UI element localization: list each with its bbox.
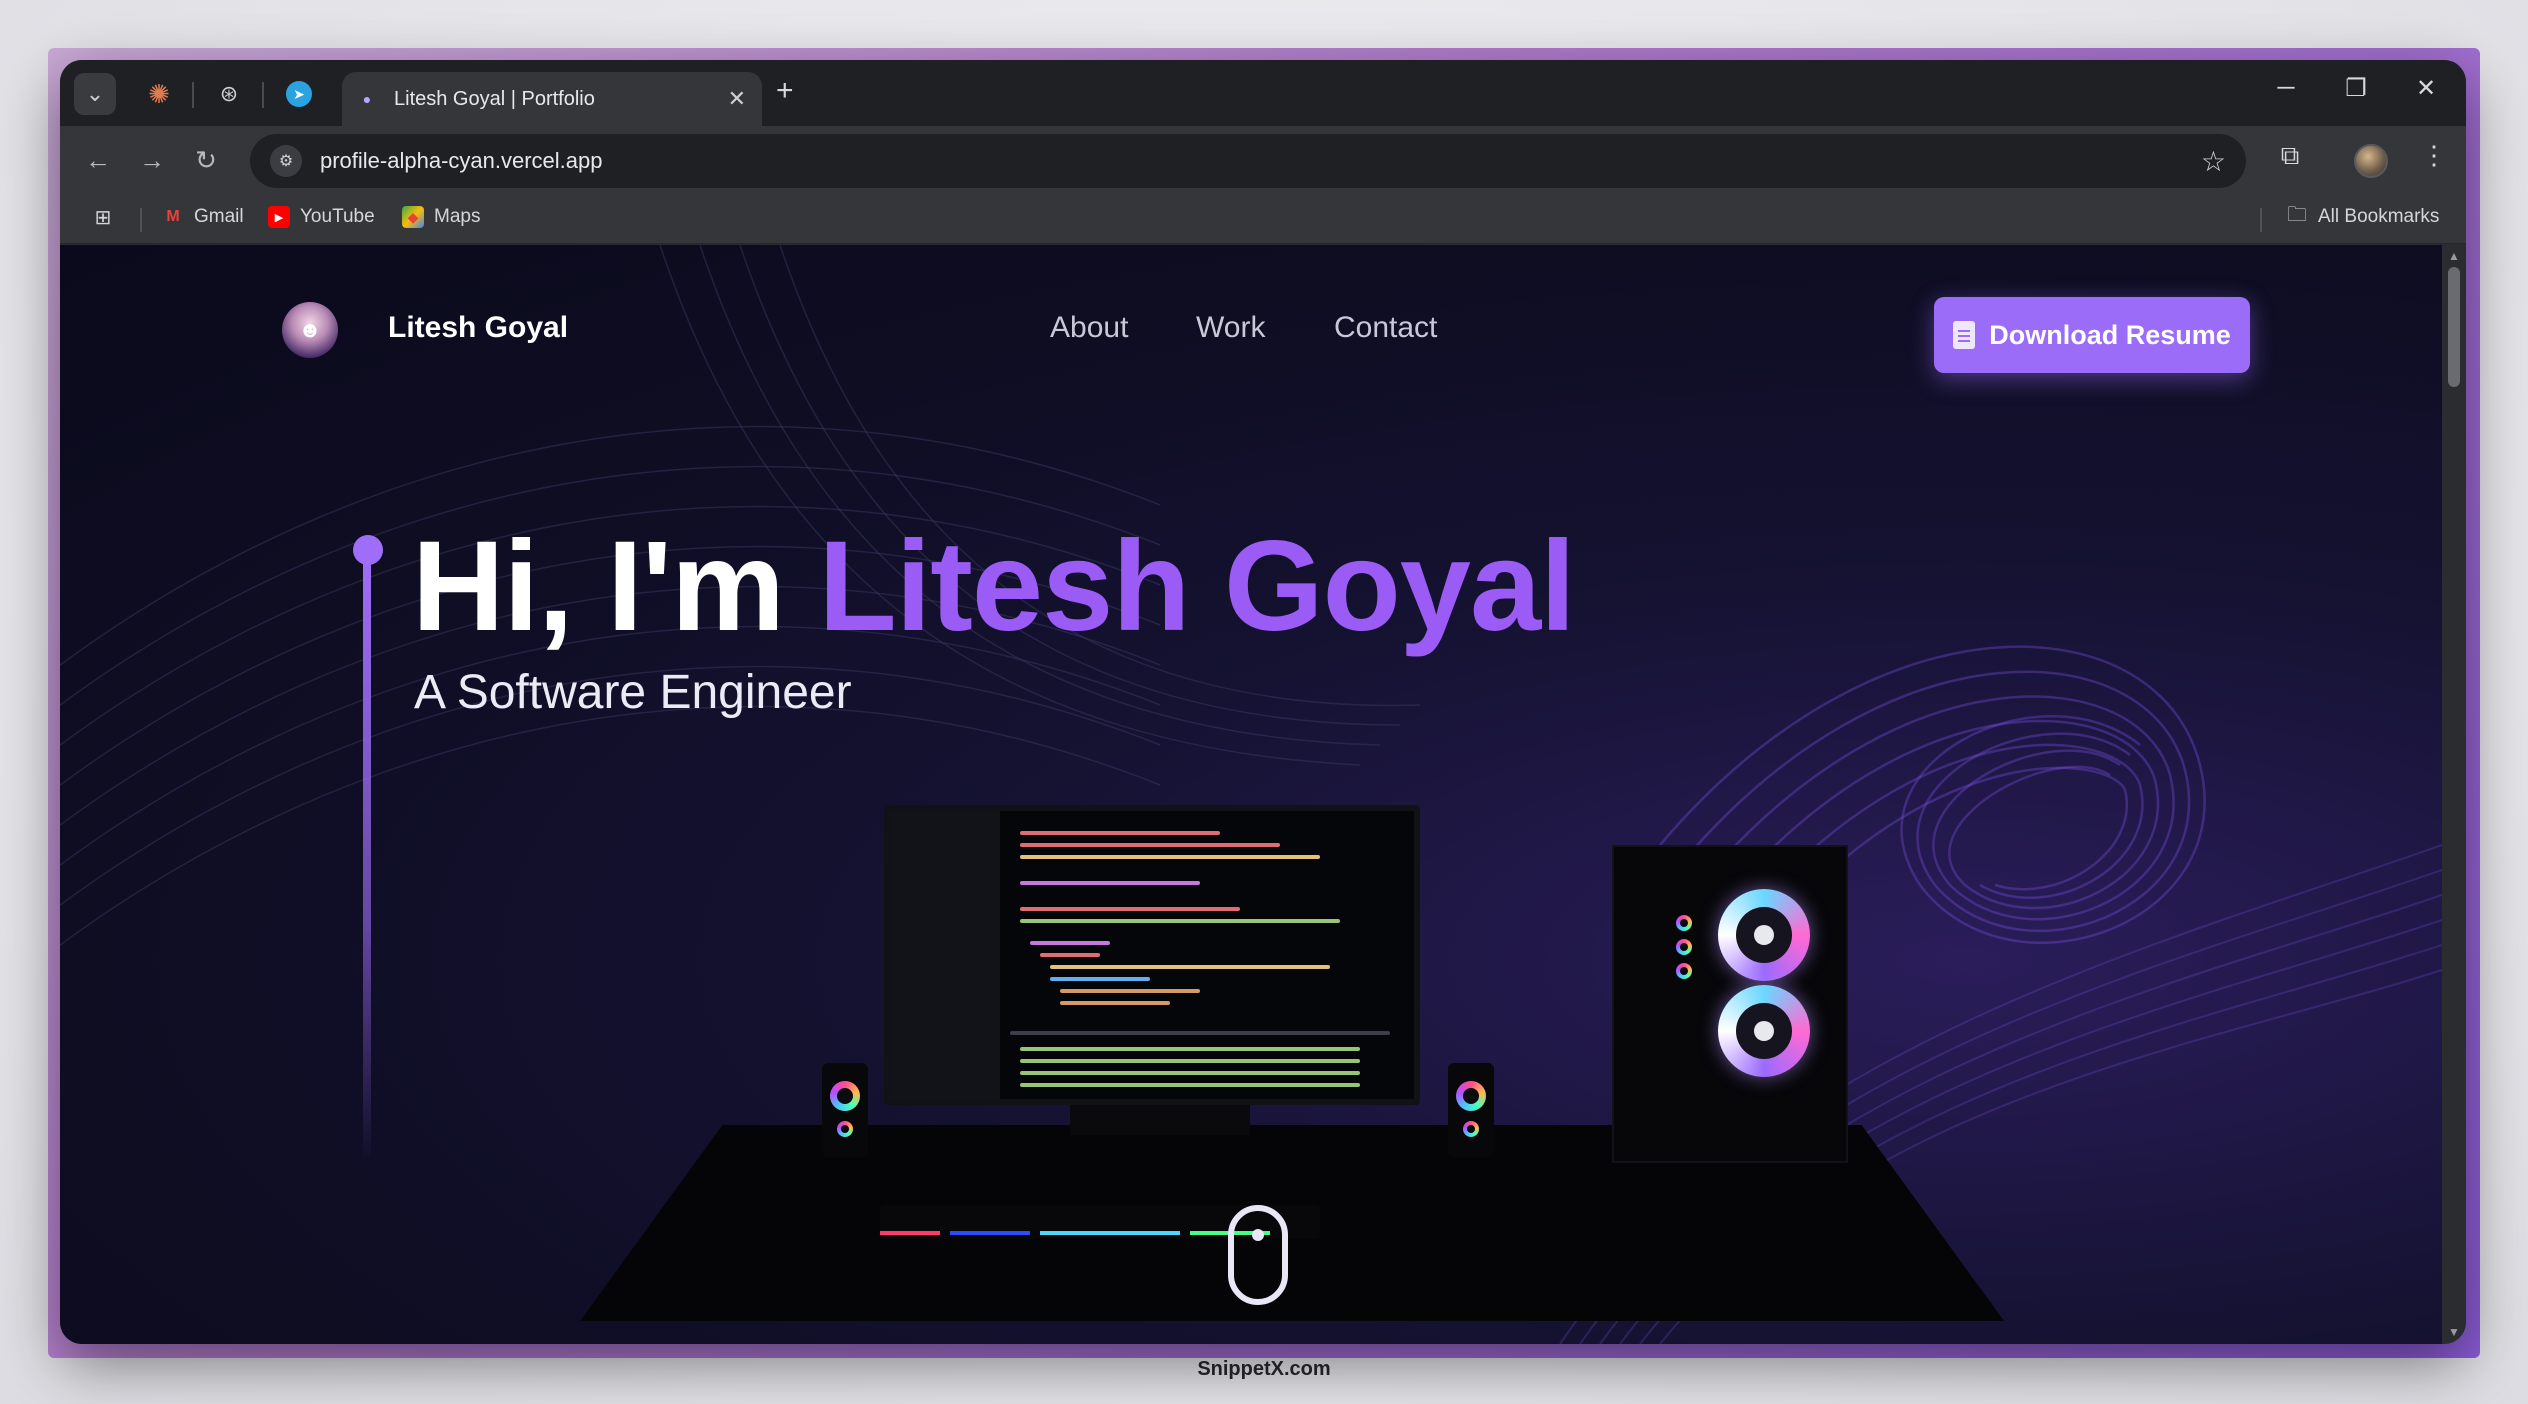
nav-link-about[interactable]: About <box>1050 311 1128 345</box>
menu-kebab-icon[interactable]: ⋮ <box>2414 140 2454 171</box>
apps-grid-button[interactable]: ⊞ <box>92 206 124 229</box>
bookmark-divider <box>140 208 142 232</box>
pc-case <box>1612 845 1848 1163</box>
bookmark-star-icon[interactable]: ☆ <box>2201 145 2226 178</box>
all-bookmarks-label: All Bookmarks <box>2318 206 2440 227</box>
reload-button[interactable]: ↻ <box>188 142 224 178</box>
bookmarks-bar: ⊞ M Gmail ▶ YouTube ◆ Maps 🗀 All Bookmar… <box>60 194 2466 244</box>
folder-icon: 🗀 <box>2287 204 2307 226</box>
site-info-icon[interactable]: ⚙ <box>270 145 302 177</box>
editor-sidebar <box>890 811 1000 1099</box>
download-resume-label: Download Resume <box>1989 319 2231 350</box>
browser-window: ⌄ ✺ ⊛ ➤ ● Litesh Goyal | Portfolio ✕ + ─… <box>60 60 2466 1344</box>
monitor-screen <box>884 805 1420 1105</box>
forward-button[interactable]: → <box>134 142 170 178</box>
logo-avatar[interactable]: ☻ <box>282 302 338 358</box>
tab-active-portfolio[interactable]: ● Litesh Goyal | Portfolio ✕ <box>342 72 762 126</box>
scroll-thumb[interactable] <box>2448 267 2460 387</box>
tab-title: Litesh Goyal | Portfolio <box>394 87 595 110</box>
bookmark-youtube[interactable]: ▶ YouTube <box>268 206 375 228</box>
all-bookmarks-button[interactable]: 🗀 All Bookmarks <box>2286 204 2440 228</box>
hero-greeting: Hi, I'm <box>412 515 785 658</box>
rgb-ring-icon <box>830 1081 860 1111</box>
bookmark-maps[interactable]: ◆ Maps <box>402 206 480 228</box>
mouse-wheel-icon <box>1252 1229 1264 1241</box>
nav-link-contact[interactable]: Contact <box>1334 311 1437 345</box>
bookmark-divider <box>2260 208 2262 232</box>
bookmark-label: YouTube <box>300 206 375 227</box>
avatar-icon: ☻ <box>298 317 322 342</box>
telegram-icon: ➤ <box>286 81 312 107</box>
hero-name: Litesh Goyal <box>818 515 1576 658</box>
rgb-ring-icon <box>1676 963 1692 979</box>
rgb-ring-icon <box>1456 1081 1486 1111</box>
scroll-down-icon[interactable]: ▼ <box>2448 1325 2460 1339</box>
youtube-icon: ▶ <box>268 206 290 228</box>
speaker-left <box>822 1063 868 1157</box>
brand-name[interactable]: Litesh Goyal <box>388 311 568 345</box>
browser-toolbar: ← → ↻ ⚙ profile-alpha-cyan.vercel.app ☆ … <box>60 126 2466 194</box>
pinned-tab-claude[interactable]: ✺ <box>138 73 180 115</box>
pinned-tab-telegram[interactable]: ➤ <box>278 73 320 115</box>
address-bar[interactable]: ⚙ profile-alpha-cyan.vercel.app ☆ <box>250 134 2246 188</box>
clipboard-icon <box>1953 321 1976 349</box>
close-tab-icon[interactable]: ✕ <box>728 86 746 112</box>
new-tab-button[interactable]: + <box>776 74 794 108</box>
extensions-icon[interactable]: ⧉ <box>2270 140 2310 172</box>
bookmark-label: Maps <box>434 206 481 227</box>
pinned-tab-openai[interactable]: ⊛ <box>208 73 250 115</box>
scroll-down-indicator[interactable] <box>1228 1205 1288 1305</box>
maps-icon: ◆ <box>402 206 424 228</box>
restore-button[interactable]: ❐ <box>2336 74 2376 103</box>
bookmark-gmail[interactable]: M Gmail <box>162 206 244 228</box>
hero-timeline-line <box>363 561 371 1161</box>
rgb-ring-icon <box>1676 939 1692 955</box>
claude-icon: ✺ <box>148 78 170 109</box>
watermark: SnippetX.com <box>1197 1358 1331 1380</box>
favicon-icon: ● <box>362 91 372 107</box>
speaker-right <box>1448 1063 1494 1157</box>
tab-divider <box>192 82 194 108</box>
back-button[interactable]: ← <box>80 142 116 178</box>
rgb-ring-icon <box>1676 915 1692 931</box>
tab-divider <box>262 82 264 108</box>
openai-icon: ⊛ <box>219 81 239 106</box>
hero-title: Hi, I'm Litesh Goyal <box>412 513 1576 660</box>
portfolio-page: ☻ Litesh Goyal About Work Contact Downlo… <box>60 245 2442 1344</box>
case-fan-icon <box>1718 889 1810 981</box>
nav-link-work[interactable]: Work <box>1196 311 1265 345</box>
chevron-down-icon: ⌄ <box>85 81 105 106</box>
download-resume-button[interactable]: Download Resume <box>1934 297 2250 373</box>
rgb-ring-icon <box>1463 1121 1479 1137</box>
apps-grid-icon: ⊞ <box>94 206 112 229</box>
profile-avatar[interactable] <box>2354 144 2388 178</box>
gmail-icon: M <box>166 208 180 225</box>
hero-subtitle: A Software Engineer <box>414 666 852 719</box>
close-window-button[interactable]: ✕ <box>2406 74 2446 103</box>
scroll-up-icon[interactable]: ▲ <box>2448 249 2460 263</box>
bookmark-label: Gmail <box>194 206 244 227</box>
case-fan-icon <box>1718 985 1810 1077</box>
rgb-ring-icon <box>837 1121 853 1137</box>
minimize-button[interactable]: ─ <box>2266 74 2306 102</box>
page-scrollbar[interactable]: ▲ ▼ <box>2442 245 2466 1344</box>
tab-strip: ⌄ ✺ ⊛ ➤ ● Litesh Goyal | Portfolio ✕ + ─… <box>60 60 2466 126</box>
tab-search-button[interactable]: ⌄ <box>74 73 116 115</box>
url-text: profile-alpha-cyan.vercel.app <box>320 148 603 173</box>
